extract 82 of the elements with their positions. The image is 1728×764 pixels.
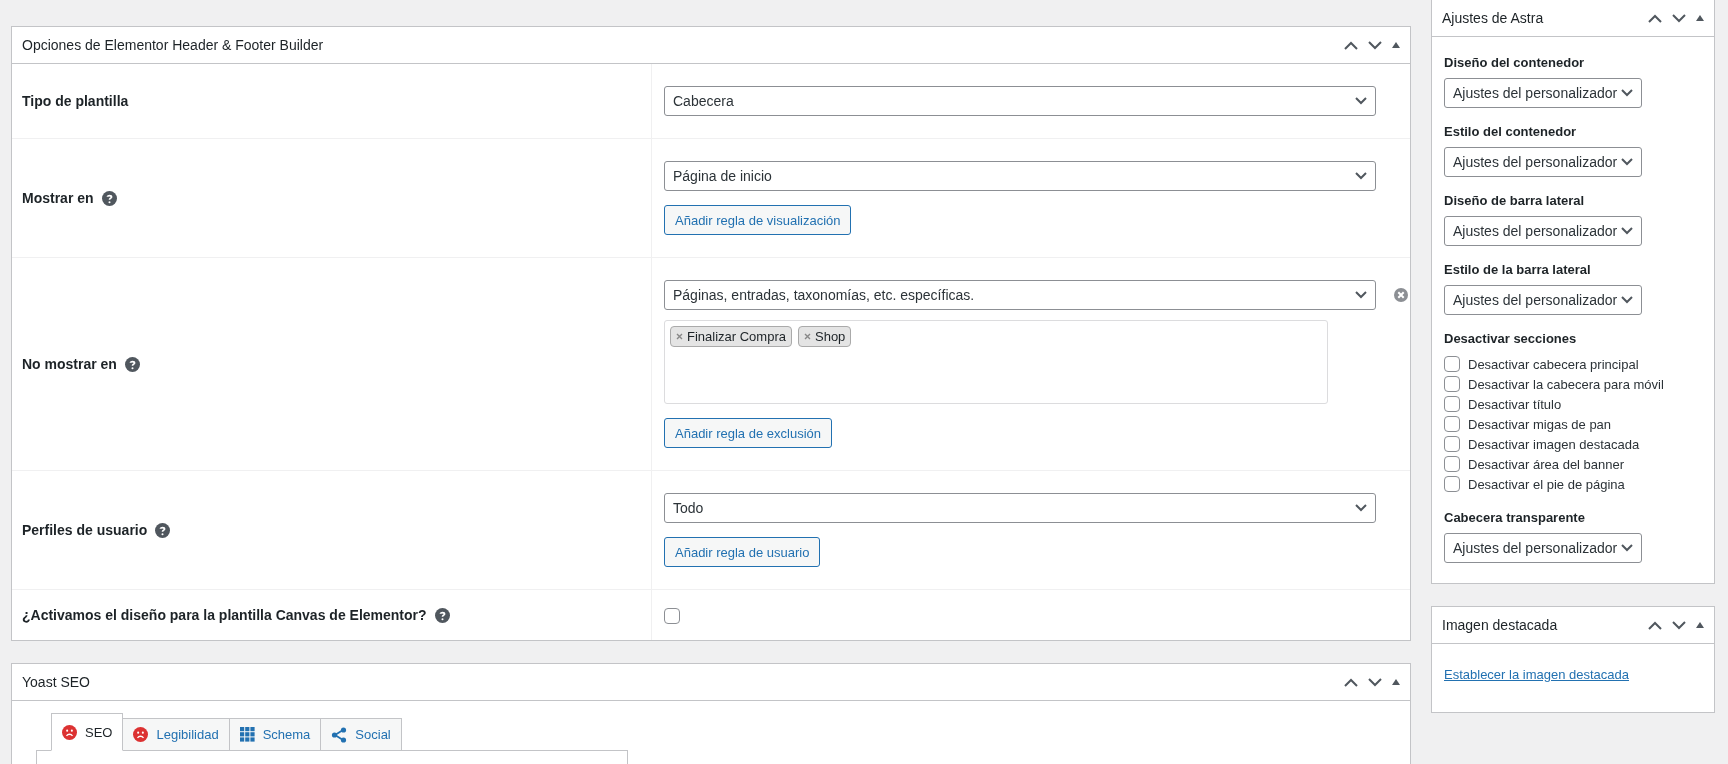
panel-title: Ajustes de Astra [1442, 10, 1544, 26]
chevron-down-icon [1621, 227, 1633, 235]
tag-chip[interactable]: Finalizar Compra [670, 326, 792, 347]
chevron-down-icon [1355, 97, 1367, 105]
checkbox[interactable] [1444, 416, 1460, 432]
chevron-down-icon[interactable] [1672, 13, 1686, 23]
checkbox-label: Desactivar el pie de página [1468, 476, 1625, 492]
checkbox-label: Desactivar título [1468, 396, 1562, 412]
select-field[interactable]: Todo [664, 493, 1376, 523]
checkbox[interactable] [1444, 456, 1460, 472]
tab[interactable]: Social [320, 718, 402, 751]
select-field[interactable]: Ajustes del personalizador [1444, 78, 1642, 108]
triangle-icon[interactable] [1696, 622, 1704, 628]
checkbox-label: Desactivar imagen destacada [1468, 436, 1640, 452]
chevron-down-icon [1355, 172, 1367, 180]
sad-face-icon [133, 727, 149, 742]
help-icon[interactable] [101, 190, 117, 206]
chevron-up-icon[interactable] [1648, 13, 1662, 23]
checkbox-label: Desactivar la cabecera para móvil [1468, 376, 1664, 392]
panel-title: Opciones de Elementor Header & Footer Builder [22, 37, 324, 53]
tag-input-field[interactable]: Finalizar Compra Shop [664, 320, 1328, 404]
select-field[interactable]: Ajustes del personalizador [1444, 216, 1642, 246]
checkbox-label: Desactivar área del banner [1468, 456, 1625, 472]
checkbox[interactable] [1444, 376, 1460, 392]
triangle-icon[interactable] [1392, 679, 1400, 685]
grid-icon [239, 727, 255, 742]
chevron-up-icon[interactable] [1344, 677, 1358, 687]
chevron-down-icon [1621, 158, 1633, 166]
tab[interactable]: Schema [228, 718, 322, 751]
sad-face-icon [62, 724, 77, 740]
tab[interactable]: SEO [51, 713, 124, 751]
remove-icon[interactable] [804, 333, 811, 340]
set-featured-image-link[interactable]: Establecer la imagen destacada [1444, 667, 1629, 682]
field-label: Cabecera transparente [1444, 510, 1585, 525]
panel-title: Imagen destacada [1442, 617, 1558, 633]
remove-icon[interactable] [676, 333, 683, 340]
chevron-down-icon[interactable] [1368, 40, 1382, 50]
chevron-down-icon[interactable] [1672, 620, 1686, 630]
field-label: Mostrar en [22, 190, 94, 206]
help-icon[interactable] [155, 522, 171, 538]
select-field[interactable]: Ajustes del personalizador [1444, 147, 1642, 177]
panel-title: Yoast SEO [22, 674, 90, 690]
help-icon[interactable] [434, 607, 450, 623]
remove-icon[interactable] [1394, 288, 1408, 302]
field-label: No mostrar en [22, 356, 117, 372]
chevron-down-icon[interactable] [1368, 677, 1382, 687]
add-rule-button[interactable]: Añadir regla de usuario [664, 537, 821, 567]
share-icon [331, 726, 348, 743]
field-label: Estilo de la barra lateral [1444, 262, 1591, 277]
chevron-down-icon [1355, 504, 1367, 512]
help-icon[interactable] [124, 356, 140, 372]
checkbox[interactable] [1444, 436, 1460, 452]
field-label: Diseño del contenedor [1444, 55, 1585, 70]
field-label: Tipo de plantilla [22, 93, 129, 109]
field-label: Perfiles de usuario [22, 522, 148, 538]
field-label: ¿Activamos el diseño para la plantilla Canvas de Elementor? [22, 607, 427, 623]
select-field[interactable]: Páginas, entradas, taxonomías, etc. específicas. [664, 280, 1376, 310]
add-rule-button[interactable]: Añadir regla de exclusión [664, 418, 832, 448]
chevron-up-icon[interactable] [1344, 40, 1358, 50]
select-field[interactable]: Página de inicio [664, 161, 1376, 191]
checkbox-label: Desactivar migas de pan [1468, 416, 1612, 432]
chevron-down-icon [1621, 296, 1633, 304]
chevron-up-icon[interactable] [1648, 620, 1662, 630]
field-label: Diseño de barra lateral [1444, 193, 1585, 208]
tag-chip[interactable]: Shop [798, 326, 852, 347]
checkbox-label: Desactivar cabecera principal [1468, 356, 1639, 372]
checkbox[interactable] [1444, 476, 1460, 492]
field-label: Estilo del contenedor [1444, 124, 1577, 139]
triangle-icon[interactable] [1696, 15, 1704, 21]
chevron-down-icon [1355, 291, 1367, 299]
checkbox[interactable] [1444, 356, 1460, 372]
checkbox[interactable] [1444, 396, 1460, 412]
select-field[interactable]: Ajustes del personalizador [1444, 533, 1642, 563]
add-rule-button[interactable]: Añadir regla de visualización [664, 205, 852, 235]
tab[interactable]: Legibilidad [122, 718, 230, 751]
select-field[interactable]: Cabecera [664, 86, 1376, 116]
checkbox[interactable] [664, 608, 680, 624]
select-field[interactable]: Ajustes del personalizador [1444, 285, 1642, 315]
field-label: Desactivar secciones [1444, 331, 1577, 346]
chevron-down-icon [1621, 89, 1633, 97]
triangle-icon[interactable] [1392, 42, 1400, 48]
chevron-down-icon [1621, 544, 1633, 552]
